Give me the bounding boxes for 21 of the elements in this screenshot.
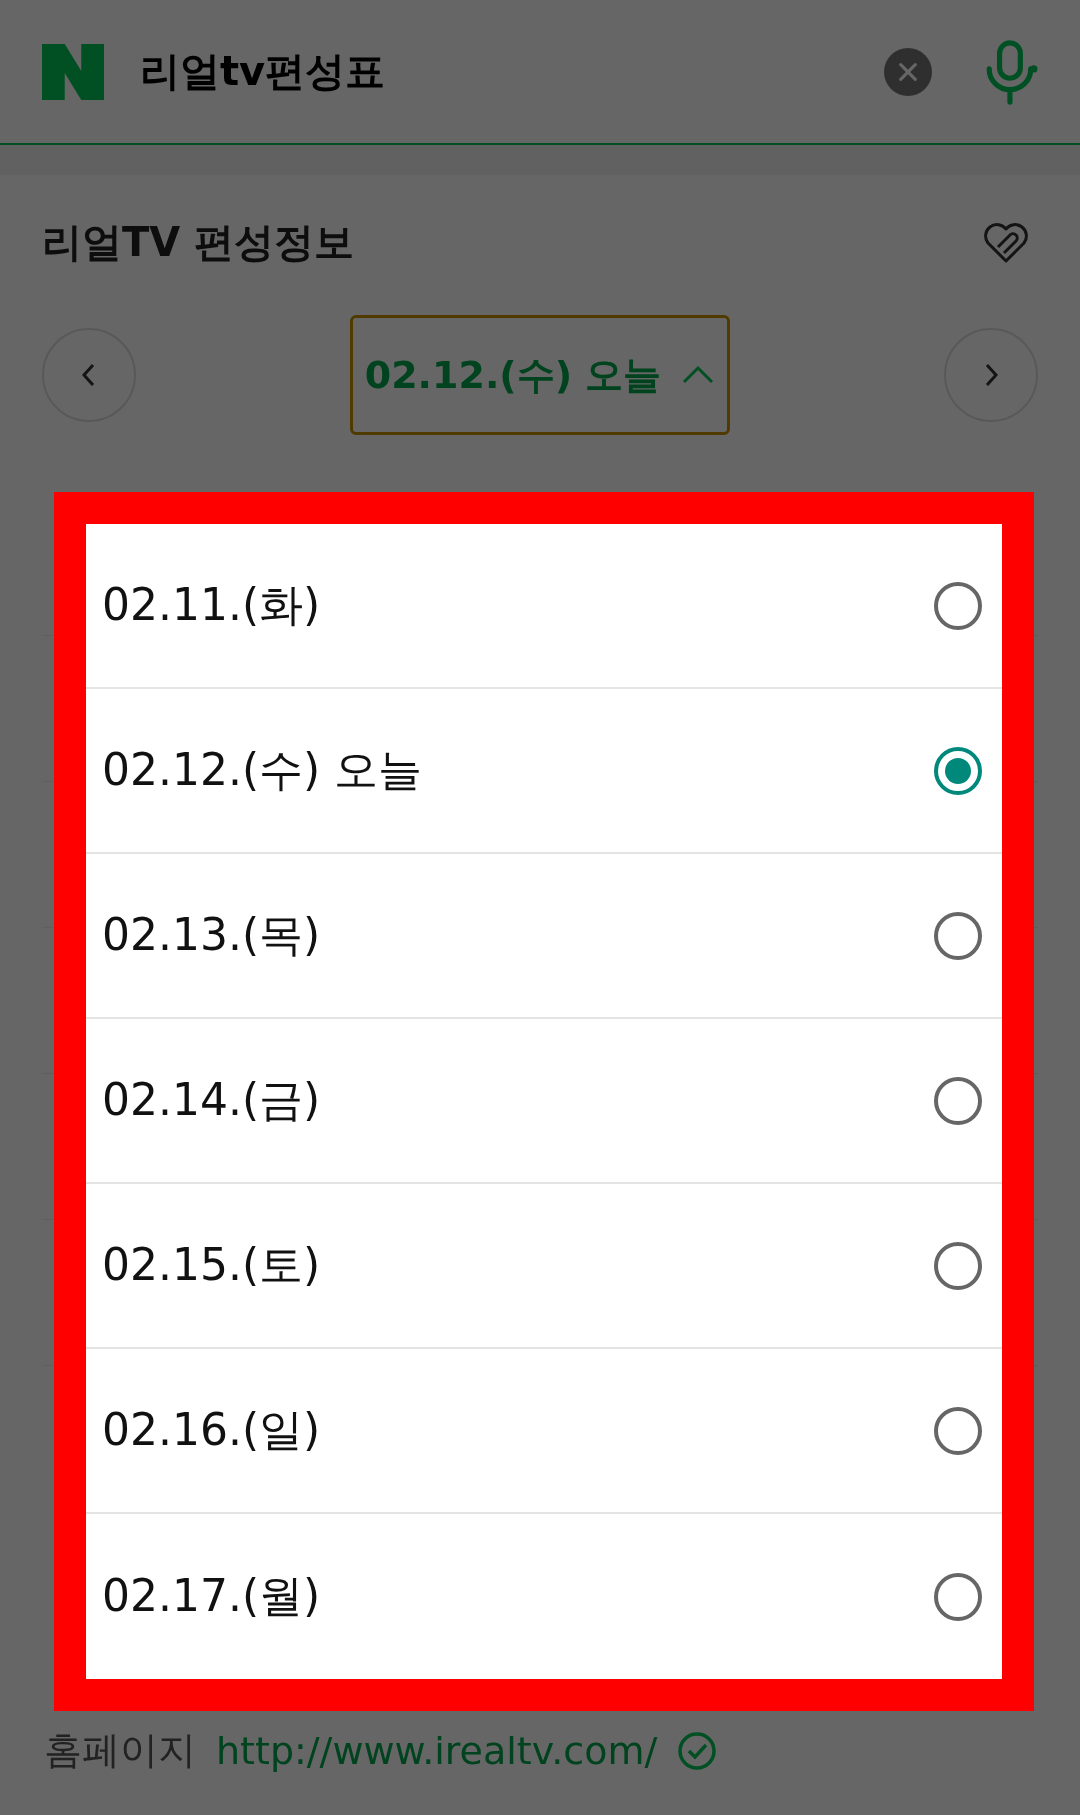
date-option[interactable]: 02.17.(월)	[102, 1567, 321, 1626]
heart-icon[interactable]	[982, 220, 1030, 265]
search-query[interactable]: 리얼tv편성표	[140, 44, 884, 99]
section-title: 리얼TV 편성정보	[42, 218, 355, 267]
logo-icon	[42, 43, 104, 100]
caret-icon	[681, 365, 716, 385]
radio-button[interactable]	[934, 1241, 982, 1290]
date-option[interactable]: 02.15.(토)	[102, 1236, 321, 1295]
radio-button[interactable]	[934, 911, 982, 960]
radio-button[interactable]	[934, 746, 982, 795]
date-option[interactable]: 02.16.(일)	[102, 1401, 321, 1460]
date-option[interactable]: 02.13.(목)	[102, 906, 321, 965]
radio-button[interactable]	[934, 1572, 982, 1621]
radio-button[interactable]	[934, 1406, 982, 1455]
date-option[interactable]: 02.12.(수) 오늘	[102, 741, 423, 800]
check-icon	[677, 1730, 718, 1771]
homepage-label: 홈페이지	[44, 1727, 196, 1774]
date-option[interactable]: 02.14.(금)	[102, 1071, 321, 1130]
radio-button[interactable]	[934, 1076, 982, 1125]
radio-button[interactable]	[934, 581, 982, 630]
date-option[interactable]: 02.11.(화)	[102, 576, 321, 635]
